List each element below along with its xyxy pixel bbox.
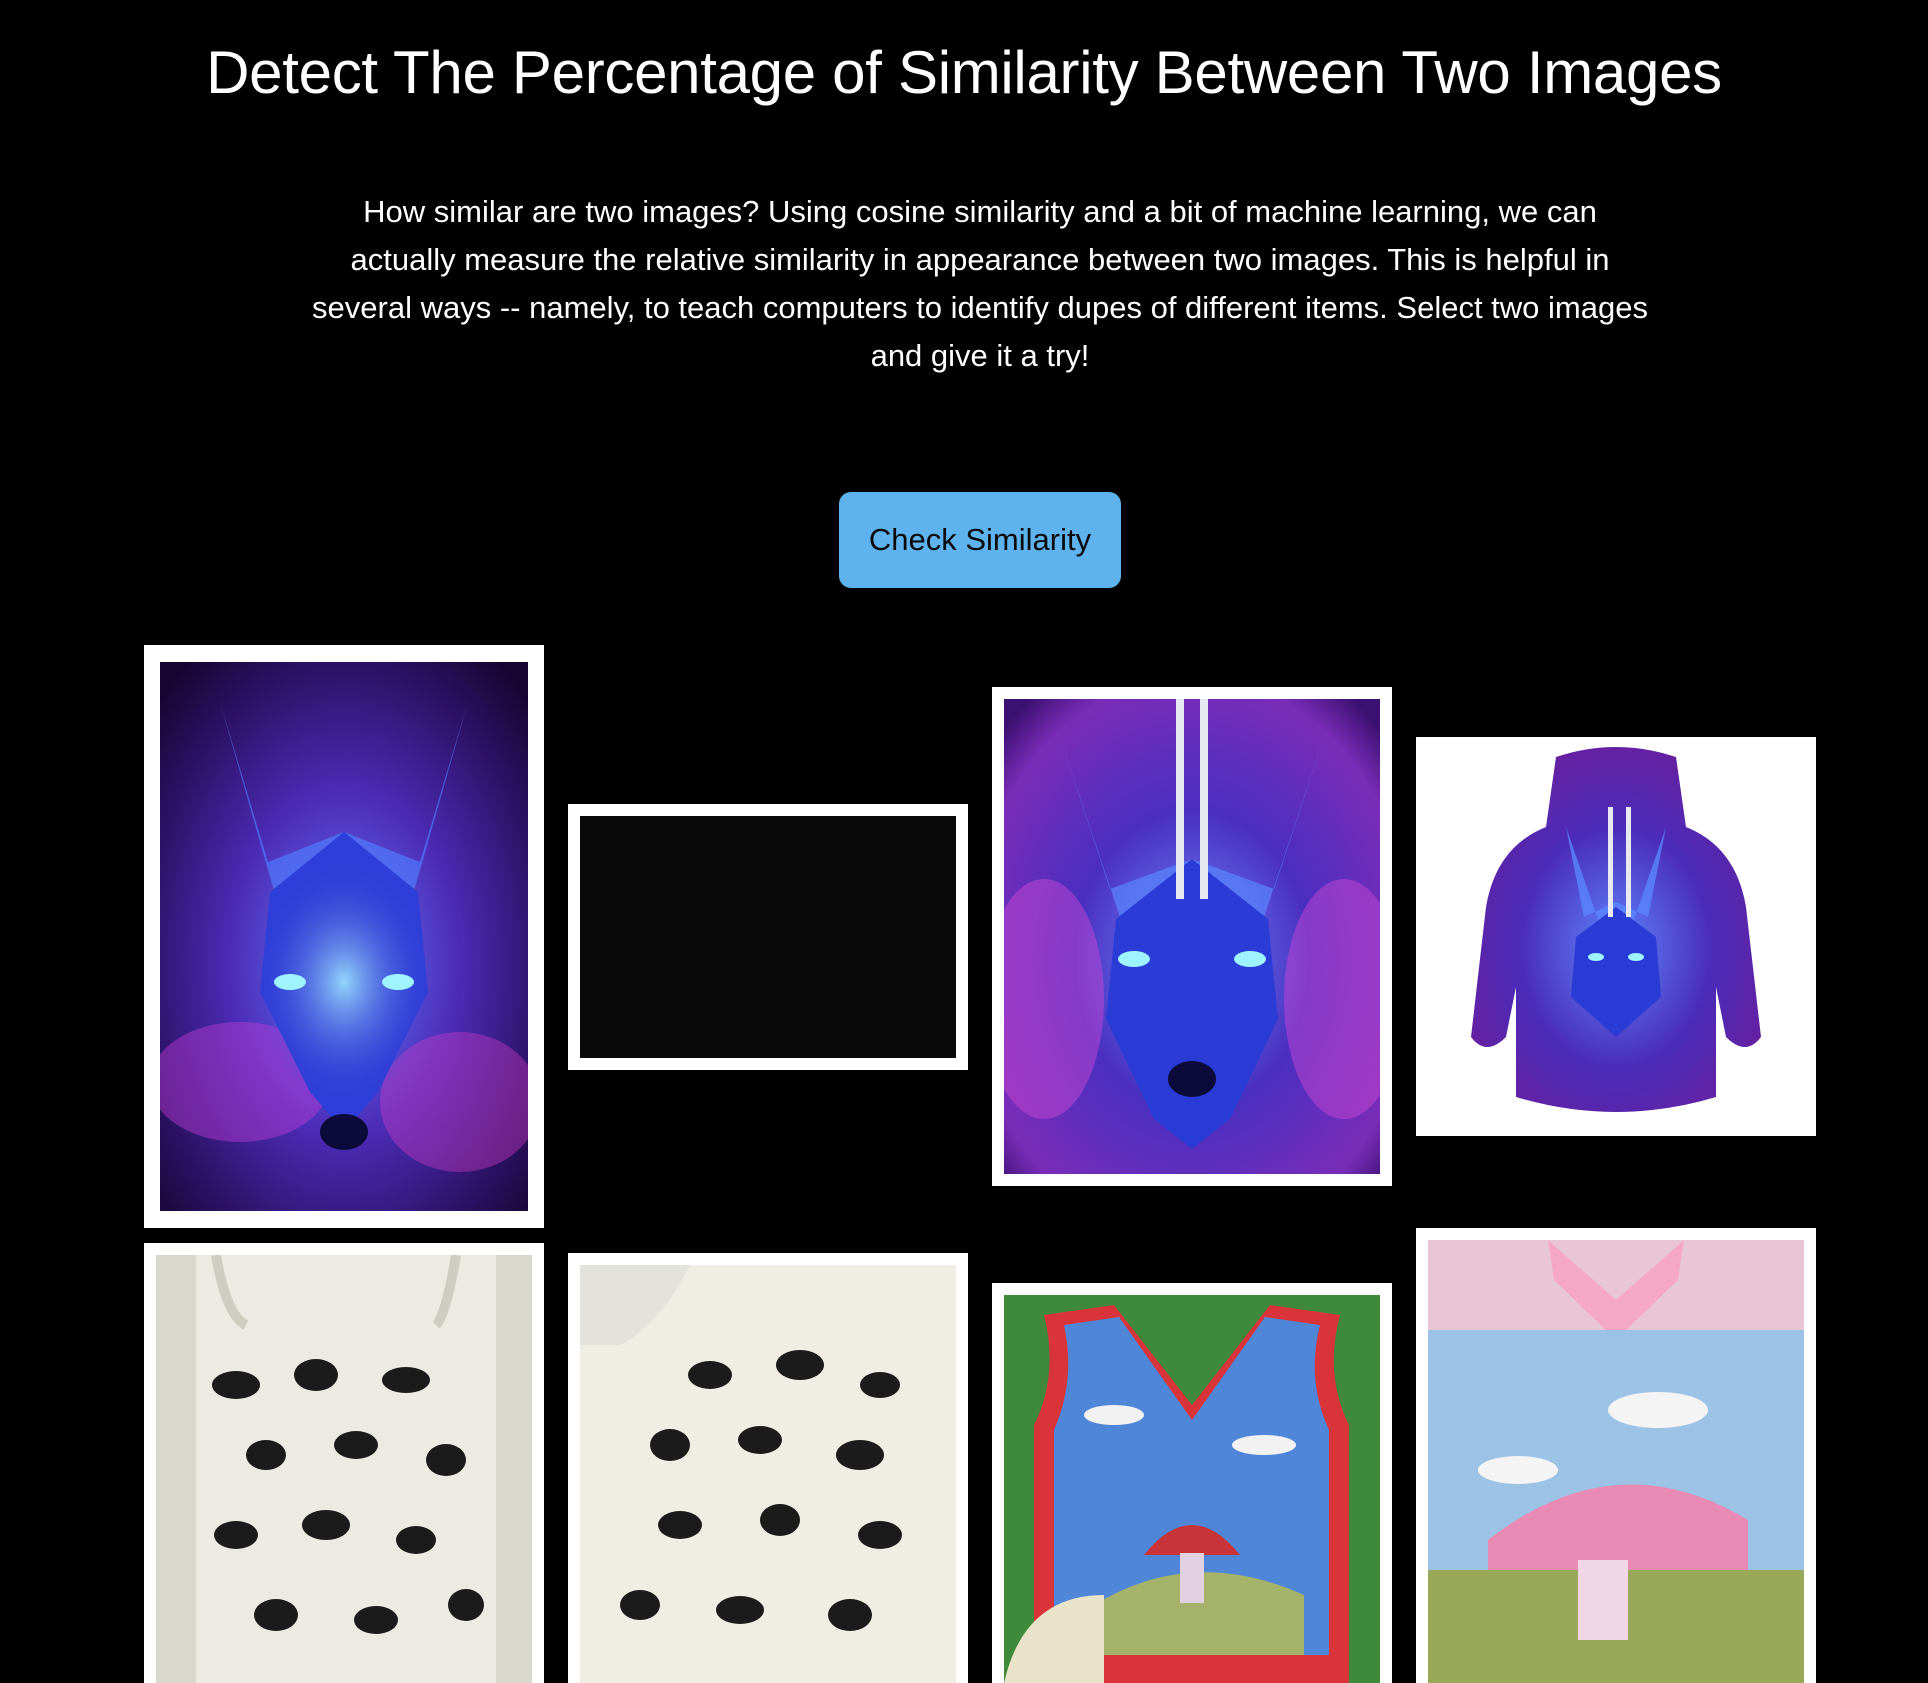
page-title: Detect The Percentage of Similarity Betw…	[206, 39, 1722, 106]
gallery-image-cat-tote-bag[interactable]	[144, 1243, 544, 1683]
cat-tote-image	[156, 1255, 532, 1683]
gallery-image-cat-tote-bag-shoulder[interactable]	[568, 1253, 968, 1683]
pink-mushroom-vest-image	[1428, 1240, 1804, 1683]
gallery-image-black[interactable]	[568, 804, 968, 1070]
check-similarity-button[interactable]: Check Similarity	[839, 492, 1121, 588]
gallery-image-galaxy-wolf-poster[interactable]	[144, 645, 544, 1228]
gallery-image-galaxy-wolf-hoodie-front[interactable]	[992, 687, 1392, 1186]
galaxy-wolf-hoodie-image	[1471, 747, 1761, 1112]
mushroom-vest-image	[1004, 1295, 1380, 1683]
gallery-image-galaxy-wolf-hoodie[interactable]	[1416, 737, 1816, 1136]
gallery-image-mushroom-knit-vest[interactable]	[992, 1283, 1392, 1683]
page-description: How similar are two images? Using cosine…	[312, 194, 1648, 373]
galaxy-wolf-image	[160, 662, 528, 1211]
gallery-image-pink-mushroom-knit-vest[interactable]	[1416, 1228, 1816, 1683]
cat-tote-shoulder-image	[580, 1265, 956, 1683]
black-image	[580, 816, 956, 1058]
galaxy-wolf-hoodie-front-image	[1004, 699, 1380, 1174]
